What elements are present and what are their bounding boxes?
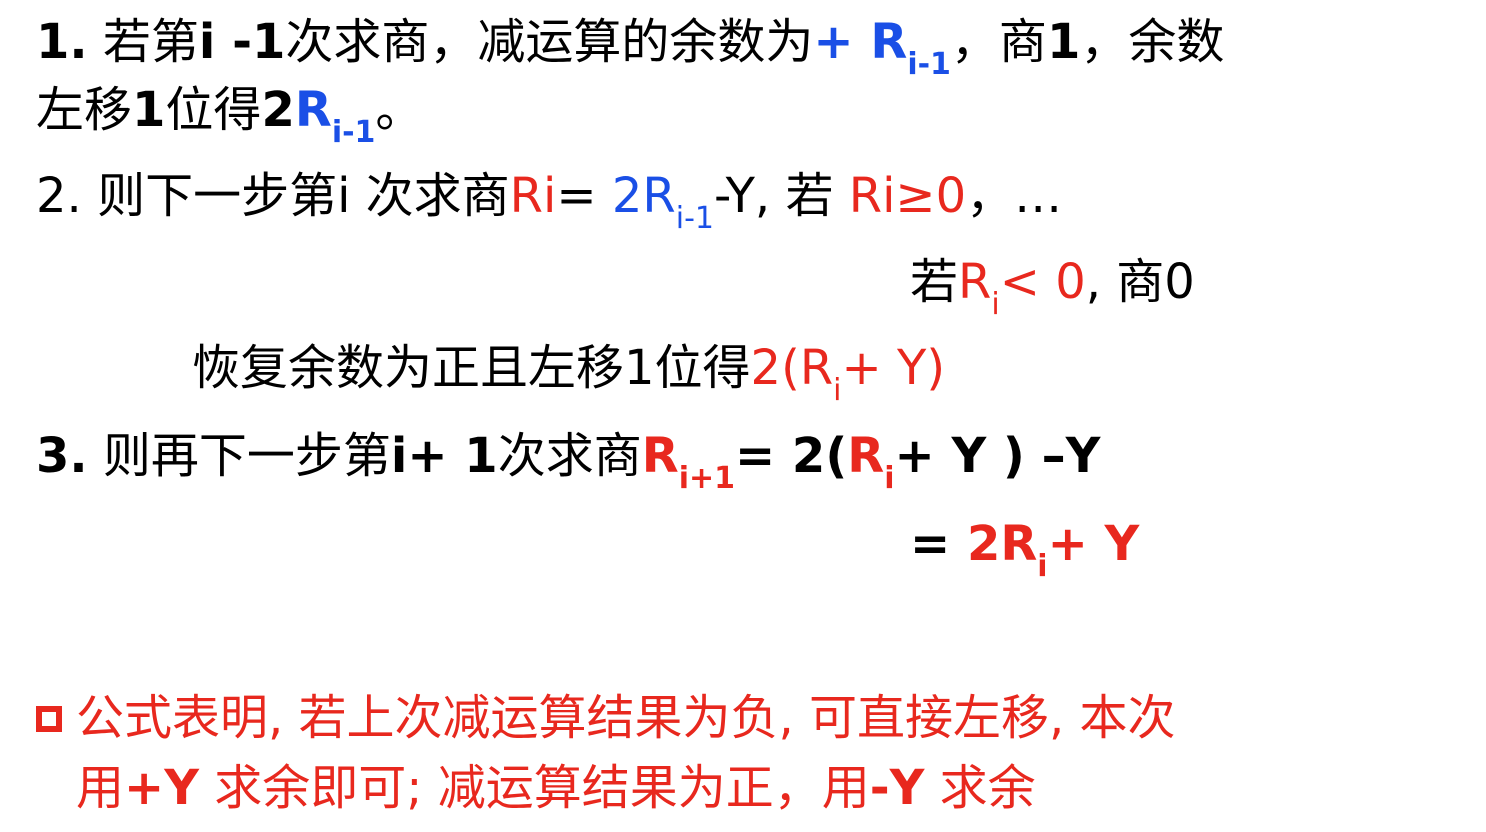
step3-ri: Ri	[847, 428, 895, 496]
step3-index: i+ 1	[390, 428, 498, 484]
step2-condition: Ri≥0	[848, 168, 967, 224]
step2-text-a: 则下一步第i 次求商	[97, 168, 510, 224]
step1-line2-one: 1	[132, 82, 166, 138]
step1-text-d: ，余数	[1080, 14, 1225, 70]
step2-2r: 2Ri-1	[611, 168, 714, 236]
step1-text-b: 次求商，减运算的余数为	[285, 14, 814, 70]
step1-line2-period: 。	[375, 82, 424, 138]
square-bullet-icon	[36, 706, 62, 732]
step3-number: 3.	[36, 428, 88, 484]
step3-line2-expr: 2Ri+ Y	[966, 516, 1140, 584]
note-plus-y: +Y	[124, 760, 199, 816]
step2-line2: 若Ri< 0, 商0	[910, 254, 1195, 322]
step3-line2: = 2Ri+ Y	[910, 516, 1140, 584]
step3-tail: + Y ) –Y	[894, 428, 1101, 484]
step3-line1: 3. 则再下一步第i+ 1次求商Ri+1= 2(Ri+ Y ) –Y	[36, 428, 1101, 496]
step1-index: i -1	[198, 14, 286, 70]
note-line1: 公式表明, 若上次减运算结果为负, 可直接左移, 本次	[36, 690, 1176, 746]
step1-line2-text-b: 位得	[165, 82, 262, 138]
step1-line2-r: Ri-1	[294, 82, 376, 150]
step2-equals: =	[556, 168, 612, 224]
step2-text-b: -Y, 若	[713, 168, 849, 224]
step1-line2: 左移1位得2Ri-1。	[36, 82, 424, 150]
step1-text-c: ，商	[950, 14, 1047, 70]
step3-r: Ri+1	[641, 428, 735, 496]
note-line2: 用+Y 求余即可; 减运算结果为正，用-Y 求余	[76, 760, 1036, 816]
note-text-1: 公式表明, 若上次减运算结果为负, 可直接左移, 本次	[76, 690, 1176, 746]
step3-text-b: 次求商	[497, 428, 642, 484]
step2-number: 2.	[36, 168, 82, 224]
note-text-2a: 用	[76, 760, 125, 816]
step2-line2-condition: Ri< 0	[958, 254, 1086, 322]
step3-eq: = 2(	[734, 428, 848, 484]
step1-line2-text-a: 左移	[36, 82, 133, 138]
step2-line3-text: 恢复余数为正且左移1位得	[192, 340, 751, 396]
step1-number: 1.	[36, 14, 88, 70]
step2-line2-quotient: , 商0	[1085, 254, 1195, 310]
step2-line1: 2. 则下一步第i 次求商Ri= 2Ri-1-Y, 若 Ri≥0，…	[36, 168, 1063, 236]
step2-ri: Ri	[509, 168, 557, 224]
step3-text-a: 则再下一步第	[102, 428, 391, 484]
note-text-2c: 求余即可; 减运算结果为正，用	[199, 760, 870, 816]
step2-ellipsis: ，…	[966, 168, 1063, 224]
step2-line2-if: 若	[910, 254, 959, 310]
step1-line2-two: 2	[261, 82, 295, 138]
step1-quotient: 1	[1046, 14, 1081, 70]
step3-line2-eq: =	[910, 516, 967, 572]
step1-line1: 1. 若第i -1次求商，减运算的余数为+ Ri-1，商1，余数	[36, 14, 1225, 82]
step1-text-a: 若第	[102, 14, 199, 70]
step2-line3-expr: 2(Ri+ Y)	[750, 340, 946, 408]
step2-line3: 恢复余数为正且左移1位得2(Ri+ Y)	[192, 340, 946, 408]
note-minus-y: -Y	[869, 760, 925, 816]
step1-remainder-expr: + Ri-1	[813, 14, 951, 82]
note-text-2e: 求余	[924, 760, 1036, 816]
